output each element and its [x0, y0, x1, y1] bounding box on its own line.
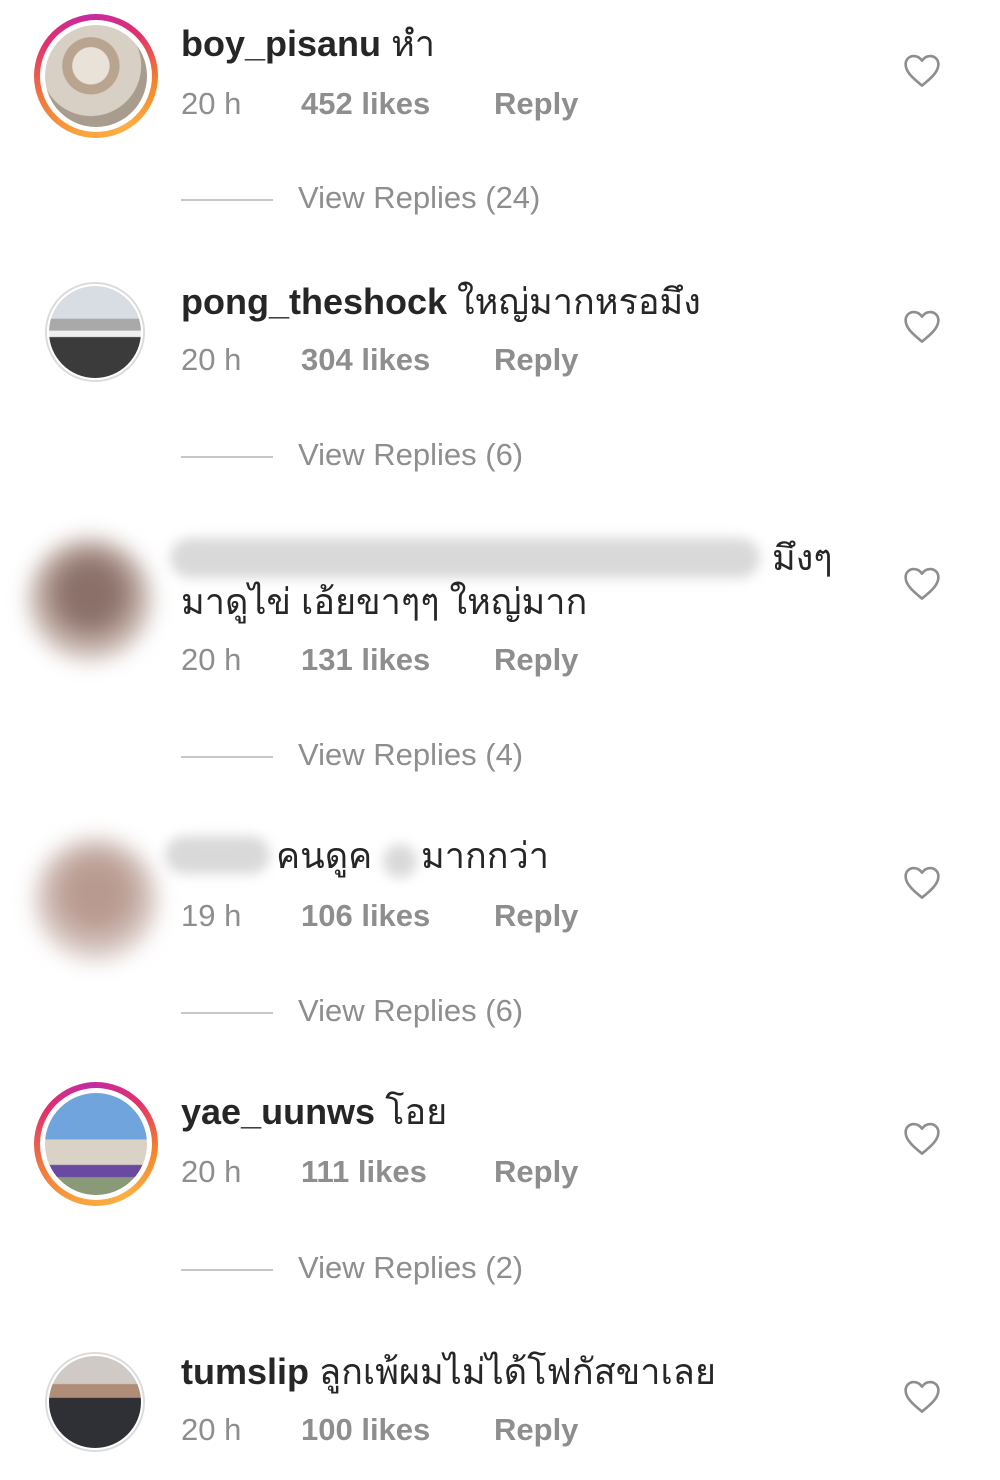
view-replies-label: View Replies (24) — [298, 180, 541, 215]
blurred-username — [170, 538, 760, 578]
comment-text: ใหญ่มากหรอมึง — [457, 281, 701, 322]
comment-username[interactable]: yae_uunws — [181, 1091, 375, 1132]
comments-screen: { "comments": [ { "username": "boy_pisan… — [0, 0, 1000, 1480]
heart-outline-icon[interactable] — [902, 1378, 942, 1414]
avatar[interactable] — [34, 838, 158, 962]
blurred-word — [383, 844, 417, 878]
comment-text: หำ — [391, 23, 436, 64]
divider — [181, 456, 273, 458]
heart-outline-icon[interactable] — [902, 308, 942, 344]
comment-likes[interactable]: 131 likes — [301, 642, 430, 678]
reply-button[interactable]: Reply — [494, 342, 578, 378]
heart-outline-icon[interactable] — [902, 52, 942, 88]
comment-likes[interactable]: 304 likes — [301, 342, 430, 378]
comment-text: มึงๆ — [772, 537, 833, 578]
comment-item: pong_theshock ใหญ่มากหรอมึง 20 h 304 lik… — [0, 280, 1000, 420]
reply-button[interactable]: Reply — [494, 898, 578, 934]
avatar[interactable] — [45, 282, 145, 382]
view-replies-button[interactable]: View Replies (6) — [181, 437, 681, 477]
comment-username[interactable]: pong_theshock — [181, 281, 447, 322]
comment-time: 19 h — [181, 898, 242, 933]
avatar[interactable] — [28, 538, 152, 662]
view-replies-button[interactable]: View Replies (6) — [181, 993, 681, 1033]
view-replies-button[interactable]: View Replies (24) — [181, 180, 681, 220]
comment-time: 20 h — [181, 1412, 242, 1447]
comment-item: มึงๆ มาดูไข่ เอ้ยขาๆๆ ใหญ่มาก 20 h 131 l… — [0, 530, 1000, 700]
avatar[interactable] — [34, 14, 158, 138]
comment-item: tumslip ลูกเพ้ผมไม่ได้โฟกัสขาเลย 20 h 10… — [0, 1350, 1000, 1480]
comment-text: คนดูค — [276, 835, 373, 876]
comment-username[interactable]: boy_pisanu — [181, 23, 381, 64]
comment-likes[interactable]: 106 likes — [301, 898, 430, 934]
comment-username[interactable]: tumslip — [181, 1351, 309, 1392]
heart-outline-icon[interactable] — [902, 565, 942, 601]
view-replies-label: View Replies (2) — [298, 1250, 524, 1285]
comment-text: ลูกเพ้ผมไม่ได้โฟกัสขาเลย — [319, 1351, 716, 1392]
comment-likes[interactable]: 100 likes — [301, 1412, 430, 1448]
view-replies-label: View Replies (6) — [298, 993, 524, 1028]
comment-time: 20 h — [181, 642, 242, 677]
blurred-username — [165, 836, 270, 874]
comment-text-end: มากกว่า — [421, 835, 549, 876]
view-replies-button[interactable]: View Replies (4) — [181, 737, 681, 777]
comment-likes[interactable]: 111 likes — [301, 1154, 427, 1190]
divider — [181, 1012, 273, 1014]
comment-text-line2: มาดูไข่ เอ้ยขาๆๆ ใหญ่มาก — [181, 581, 588, 622]
comment-item: boy_pisanu หำ 20 h 452 likes Reply — [0, 14, 1000, 154]
reply-button[interactable]: Reply — [494, 86, 578, 122]
reply-button[interactable]: Reply — [494, 642, 578, 678]
divider — [181, 756, 273, 758]
view-replies-label: View Replies (6) — [298, 437, 524, 472]
comment-time: 20 h — [181, 342, 242, 377]
heart-outline-icon[interactable] — [902, 864, 942, 900]
reply-button[interactable]: Reply — [494, 1154, 578, 1190]
comment-time: 20 h — [181, 86, 242, 121]
heart-outline-icon[interactable] — [902, 1120, 942, 1156]
comment-item: คนดูค มากกว่า 19 h 106 likes Reply — [0, 830, 1000, 970]
avatar[interactable] — [45, 1352, 145, 1452]
reply-button[interactable]: Reply — [494, 1412, 578, 1448]
comment-time: 20 h — [181, 1154, 242, 1189]
comment-text: โอย — [385, 1091, 448, 1132]
view-replies-button[interactable]: View Replies (2) — [181, 1250, 681, 1290]
comment-likes[interactable]: 452 likes — [301, 86, 430, 122]
divider — [181, 1269, 273, 1271]
divider — [181, 199, 273, 201]
comment-item: yae_uunws โอย 20 h 111 likes Reply — [0, 1082, 1000, 1222]
view-replies-label: View Replies (4) — [298, 737, 524, 772]
avatar[interactable] — [34, 1082, 158, 1206]
